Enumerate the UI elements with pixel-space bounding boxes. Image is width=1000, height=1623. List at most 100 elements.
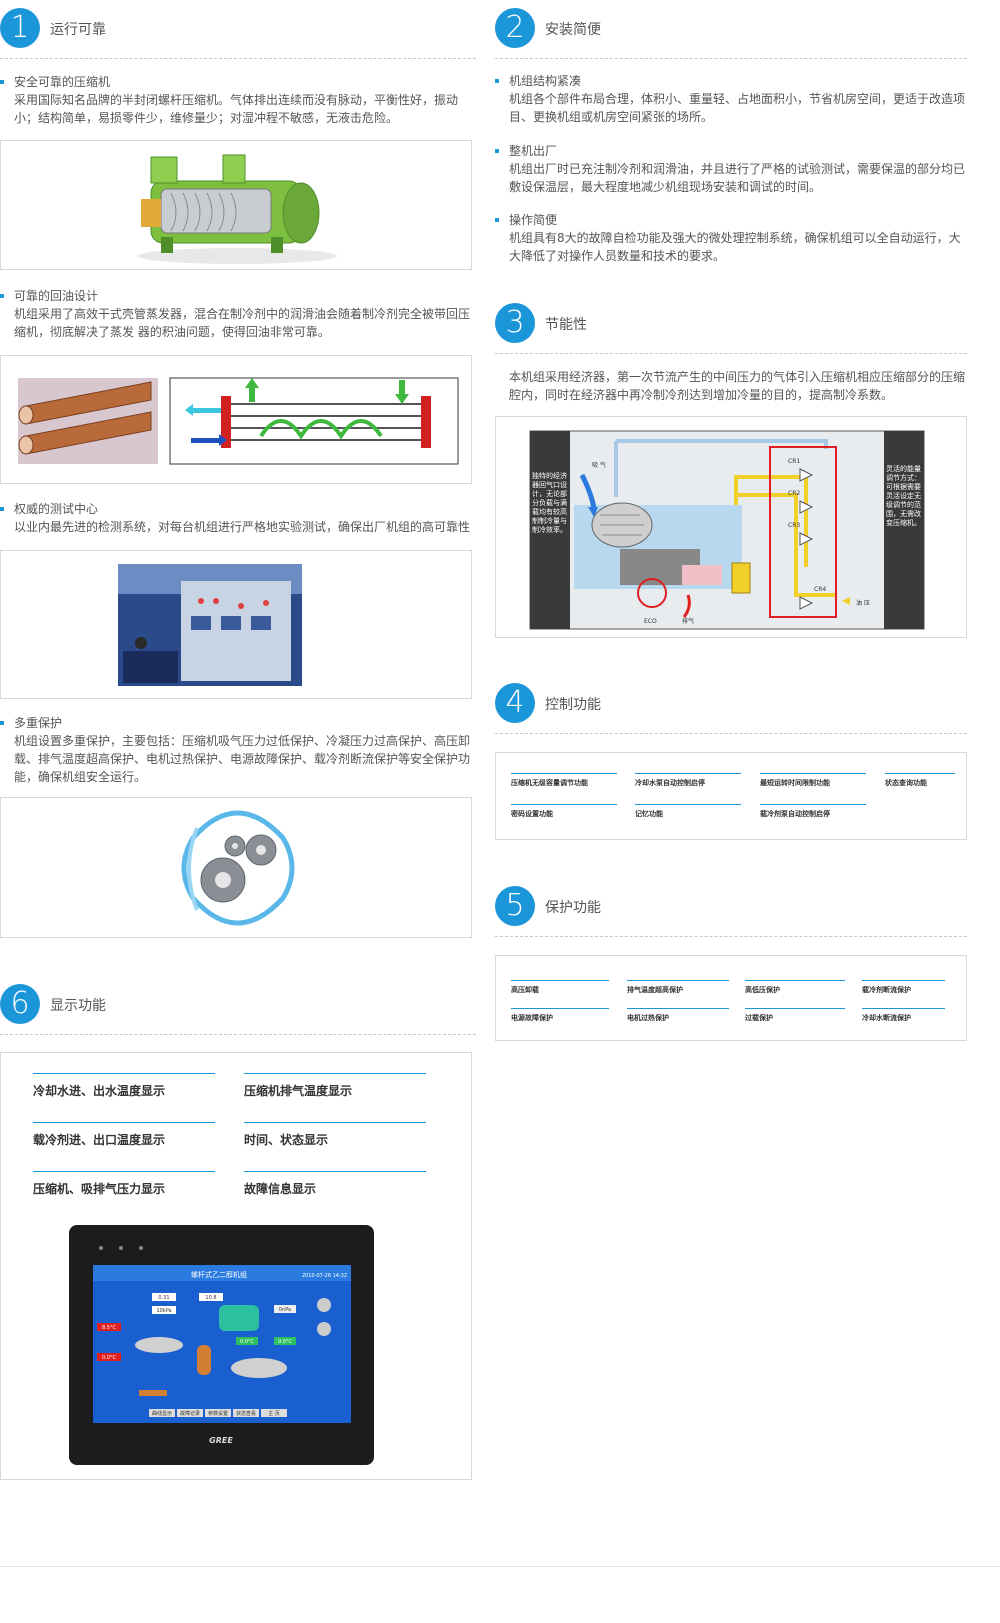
control-feature: 最短运转时间限制功能 (760, 773, 866, 788)
bottom-divider (0, 1566, 1000, 1567)
feature-description: 以业内最先进的检测系统，对每台机组进行严格地实验测试，确保出厂机组的高可靠性 (14, 520, 471, 534)
feature-title: 整机出厂 (495, 142, 972, 160)
control-feature: 冷却水泵自动控制启停 (635, 773, 741, 788)
display-feature: 故障信息显示 (244, 1171, 426, 1197)
feature-item: 多重保护 机组设置多重保护，主要包括：压缩机吸气压力过低保护、冷凝压力过高保护、… (0, 714, 482, 786)
section-divider (495, 733, 967, 734)
feature-title: 机组结构紧凑 (495, 72, 972, 90)
section-number-badge: 5 (495, 886, 535, 926)
feature-item: 操作简便 机组具有8大的故障自检功能及强大的微处理控制系统，确保机组可以全自动运… (495, 211, 972, 265)
hmi-reading: 0nPa (279, 1307, 291, 1313)
gree-logo: GREE (209, 1436, 233, 1445)
feature-item: 权威的测试中心 以业内最先进的检测系统，对每台机组进行严格地实验测试，确保出厂机… (0, 500, 470, 536)
feature-title: 操作简便 (495, 211, 972, 229)
protection-feature: 冷却水断流保护 (862, 1008, 945, 1023)
hmi-reading: 0.0°C (102, 1355, 116, 1361)
discharge-label: 排气 (682, 617, 694, 625)
hmi-reading: 8.5°C (102, 1325, 116, 1331)
display-feature: 时间、状态显示 (244, 1122, 426, 1148)
section-divider (0, 58, 476, 59)
evaporator-image (0, 355, 472, 484)
diagram-right-note: 灵活的能量调节方式：可根据需要灵活设定无级调节的范围，无需改变压缩机。 (886, 465, 921, 527)
section-title: 显示功能 (50, 998, 106, 1014)
feature-item: 本机组采用经济器，第一次节流产生的中间压力的气体引入压缩机相应压缩部分的压缩腔内… (495, 368, 972, 404)
hmi-touch-panel: 螺杆式乙二醇机组 2010-07-26 14:32 0.31 10.8 10kP… (69, 1225, 374, 1465)
economizer-diagram: 独特的经济器回气口设计，无论部分负载与满载均有较高制制冷量与制冷效率。 灵活的能… (495, 416, 967, 638)
section-2-header: 2 安装简便 (495, 8, 975, 52)
valve-label: CR3 (788, 522, 800, 529)
eco-label: ECO (644, 618, 657, 625)
control-feature: 压缩机无级容量调节功能 (511, 773, 617, 788)
suction-label: 吸 气 (592, 461, 606, 469)
feature-title: 安全可靠的压缩机 (0, 73, 470, 91)
feature-description: 采用国际知名品牌的半封闭螺杆压缩机。气体排出连续而没有脉动，平衡性好，振动小；结… (14, 93, 459, 125)
feature-item: 机组结构紧凑 机组各个部件布局合理，体积小、重量轻、占地面积小，节省机房空间，更… (495, 72, 972, 126)
section-divider (495, 936, 967, 937)
control-feature: 状态查询功能 (885, 773, 955, 788)
section-title: 控制功能 (545, 697, 601, 713)
hmi-reading: 0.0°C (240, 1339, 254, 1345)
section-divider (0, 1034, 476, 1035)
valve-label: CR1 (788, 458, 800, 465)
feature-description: 本机组采用经济器，第一次节流产生的中间压力的气体引入压缩机相应压缩部分的压缩腔内… (509, 370, 966, 402)
control-feature: 密码设置功能 (511, 804, 617, 819)
hmi-reading: 10.8 (205, 1295, 216, 1301)
protection-feature: 载冷剂断流保护 (862, 980, 945, 995)
control-feature: 载冷剂泵自动控制启停 (760, 804, 866, 819)
protection-feature: 高低压保护 (745, 980, 845, 995)
hmi-title: 螺杆式乙二醇机组 (191, 1270, 247, 1279)
section-title: 节能性 (545, 317, 587, 333)
section-title: 运行可靠 (50, 22, 106, 38)
protection-feature: 高压卸载 (511, 980, 609, 995)
diagram-left-note: 独特的经济器回气口设计，无论部分负载与满载均有较高制制冷量与制冷效率。 (532, 472, 567, 534)
hmi-reading: 0.0°C (278, 1339, 292, 1345)
valve-label: CR4 (814, 586, 826, 593)
hmi-button: 主 页 (268, 1410, 280, 1417)
hmi-button: 状态查看 (236, 1410, 256, 1417)
display-feature: 冷却水进、出水温度显示 (33, 1073, 215, 1099)
section-title: 安装简便 (545, 22, 601, 38)
section-number-badge: 1 (0, 8, 40, 48)
protection-features-panel: 高压卸载 排气温度超高保护 高低压保护 载冷剂断流保护 电源故障保护 电机过热保… (495, 955, 967, 1041)
protection-feature: 电机过热保护 (627, 1008, 729, 1023)
protection-feature: 电源故障保护 (511, 1008, 609, 1023)
section-divider (495, 353, 967, 354)
hmi-button: 故障记录 (180, 1410, 200, 1417)
feature-item: 安全可靠的压缩机 采用国际知名品牌的半封闭螺杆压缩机。气体排出连续而没有脉动，平… (0, 73, 470, 127)
compressor-image (0, 140, 472, 270)
protection-feature: 排气温度超高保护 (627, 980, 729, 995)
section-number-badge: 6 (0, 984, 40, 1024)
hmi-reading: 10kPa (156, 1308, 171, 1314)
section-number-badge: 3 (495, 303, 535, 343)
hmi-button: 曲线显示 (152, 1410, 172, 1417)
section-3-header: 3 节能性 (495, 303, 975, 347)
display-feature: 压缩机排气温度显示 (244, 1073, 426, 1099)
feature-title: 权威的测试中心 (0, 500, 470, 518)
section-4-header: 4 控制功能 (495, 683, 975, 727)
hmi-reading: 0.31 (158, 1295, 169, 1301)
feature-description: 机组出厂时已充注制冷剂和润滑油，并且进行了严格的试验测试，需要保温的部分均已敷设… (509, 162, 966, 194)
control-features-panel: 压缩机无级容量调节功能 冷却水泵自动控制启停 最短运转时间限制功能 状态查询功能… (495, 752, 967, 840)
oil-pressure-label: 油 压 (856, 599, 870, 607)
display-features-panel: 冷却水进、出水温度显示 压缩机排气温度显示 载冷剂进、出口温度显示 时间、状态显… (0, 1052, 472, 1480)
valve-label: CR2 (788, 490, 800, 497)
section-5-header: 5 保护功能 (495, 886, 975, 930)
section-divider (495, 58, 967, 59)
gears-image (0, 797, 472, 938)
section-number-badge: 2 (495, 8, 535, 48)
section-number-badge: 4 (495, 683, 535, 723)
display-feature: 压缩机、吸排气压力显示 (33, 1171, 215, 1197)
hmi-button: 参数设置 (208, 1410, 228, 1417)
feature-description: 机组具有8大的故障自检功能及强大的微处理控制系统，确保机组可以全自动运行，大大降… (509, 231, 961, 263)
feature-title: 多重保护 (0, 714, 482, 732)
section-1-header: 1 运行可靠 (0, 8, 480, 52)
feature-description: 机组设置多重保护，主要包括：压缩机吸气压力过低保护、冷凝压力过高保护、高压卸载、… (14, 734, 471, 784)
control-feature: 记忆功能 (635, 804, 741, 819)
protection-feature: 过载保护 (745, 1008, 845, 1023)
feature-item: 可靠的回油设计 机组采用了高效干式壳管蒸发器，混合在制冷剂中的润滑油会随着制冷剂… (0, 287, 470, 341)
feature-title: 可靠的回油设计 (0, 287, 470, 305)
section-title: 保护功能 (545, 900, 601, 916)
hmi-datetime: 2010-07-26 14:32 (302, 1273, 347, 1279)
section-6-header: 6 显示功能 (0, 984, 480, 1028)
feature-item: 整机出厂 机组出厂时已充注制冷剂和润滑油，并且进行了严格的试验测试，需要保温的部… (495, 142, 972, 196)
